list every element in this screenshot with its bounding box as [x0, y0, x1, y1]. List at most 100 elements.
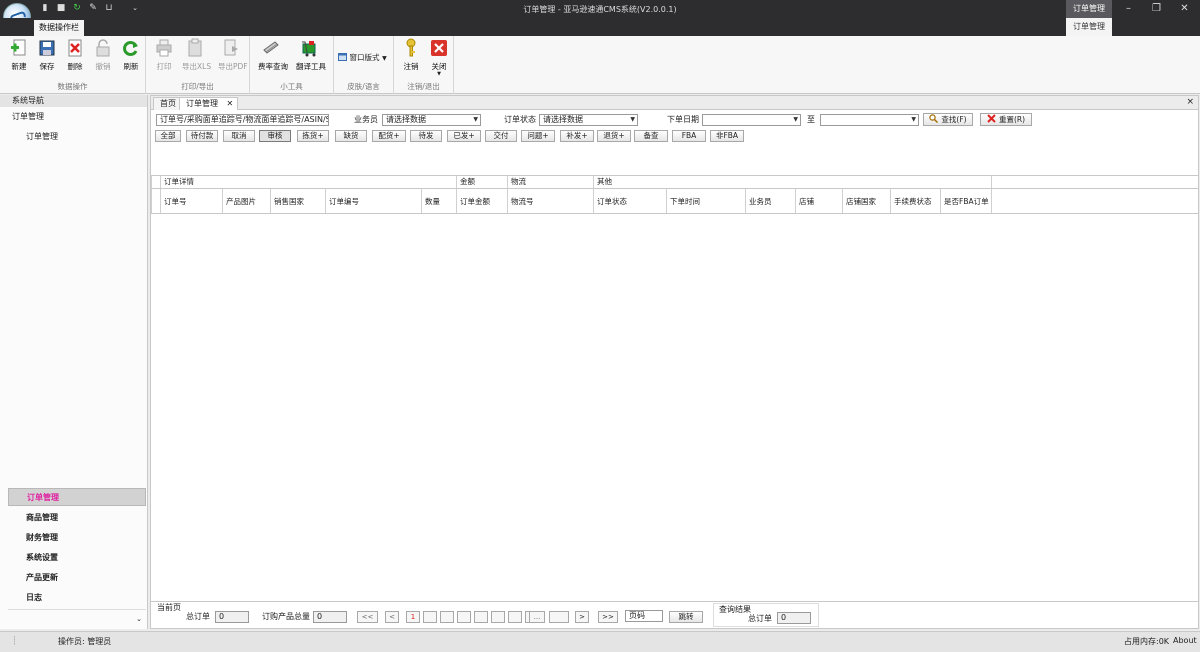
product-total-label: 订购产品总量	[262, 612, 310, 621]
export-pdf-icon	[224, 39, 238, 56]
keyword-input[interactable]: 订单号/采购面单追踪号/物流面单追踪号/ASIN/SKU	[156, 114, 329, 126]
delete-button[interactable]: 删除	[62, 36, 88, 76]
nav-sub-order-management[interactable]: 订单管理	[0, 131, 147, 143]
refresh-button[interactable]: 刷新	[118, 36, 144, 76]
page-button[interactable]	[440, 611, 454, 623]
filter-shipped-button[interactable]: 已发+	[447, 130, 481, 142]
date-to-input[interactable]: ▼	[820, 114, 919, 126]
nav-expand-icon[interactable]: ⌄	[8, 609, 146, 627]
search-button-label: 查找(F)	[941, 115, 967, 124]
close-app-button[interactable]: 关闭 ▼	[426, 36, 452, 77]
export-pdf-button[interactable]: 导出PDF	[218, 36, 248, 76]
column-store-country[interactable]: 店铺国家	[842, 189, 890, 213]
page-button[interactable]	[474, 611, 488, 623]
column-order-code[interactable]: 订单编号	[325, 189, 421, 213]
nav-section-orders[interactable]: 订单管理	[0, 111, 147, 123]
column-is-fba[interactable]: 是否FBA订单	[940, 189, 991, 213]
nav-item-settings[interactable]: 系统设置	[8, 549, 146, 567]
nav-item-product-update[interactable]: 产品更新	[8, 569, 146, 587]
group-header-other: 其他	[593, 176, 991, 188]
tab-order-management-label: 订单管理	[186, 99, 218, 108]
filter-allocate-button[interactable]: 配货+	[372, 130, 406, 142]
filter-picking-button[interactable]: 拣货+	[297, 130, 329, 142]
filter-pending-payment-button[interactable]: 待付款	[186, 130, 218, 142]
page-button[interactable]	[508, 611, 522, 623]
close-window-icon[interactable]: ✕	[1170, 0, 1199, 18]
filter-problem-button[interactable]: 问题+	[521, 130, 555, 142]
about-link[interactable]: About	[1173, 636, 1197, 645]
ribbon-group-logout: 注销 关闭 ▼ 注销/退出	[394, 36, 454, 94]
filter-archive-button[interactable]: 备查	[634, 130, 668, 142]
close-panel-icon[interactable]: ×	[1186, 97, 1194, 107]
filter-review-button[interactable]: 审核	[259, 130, 291, 142]
page-button[interactable]	[457, 611, 471, 623]
last-page-button[interactable]: >>	[598, 611, 618, 623]
reset-button[interactable]: 重置(R)	[980, 113, 1032, 126]
export-xls-button[interactable]: 导出XLS	[182, 36, 211, 76]
reset-icon	[987, 114, 996, 123]
tab-order-management[interactable]: 订单管理 ✕	[179, 97, 239, 110]
group-label-tools: 小工具	[280, 82, 303, 91]
window-layout-icon	[338, 53, 347, 61]
current-page-label: 当前页	[157, 603, 181, 612]
dropdown-arrow-icon: ▼	[382, 55, 387, 62]
column-order-status[interactable]: 订单状态	[593, 189, 666, 213]
rate-query-button[interactable]: 费率查询	[258, 36, 288, 76]
page-1-button[interactable]: 1	[406, 611, 420, 623]
product-total-value: 0	[313, 611, 347, 623]
context-tab-sub[interactable]: 订单管理	[1066, 18, 1112, 36]
column-fee-status[interactable]: 手续费状态	[890, 189, 940, 213]
operator-status: 操作员: 管理员	[58, 637, 112, 646]
first-page-button[interactable]: <<	[357, 611, 378, 623]
jump-button[interactable]: 跳转	[669, 611, 703, 623]
search-button[interactable]: 查找(F)	[923, 113, 973, 126]
ribbon-tab-data-ops[interactable]: 数据操作栏	[34, 20, 84, 36]
save-button[interactable]: 保存	[34, 36, 60, 76]
translate-label: 翻译工具	[296, 62, 326, 71]
page-number-input[interactable]: 页码	[625, 610, 663, 622]
filter-return-button[interactable]: 退货+	[597, 130, 631, 142]
filter-out-of-stock-button[interactable]: 缺货	[335, 130, 367, 142]
refresh-icon	[123, 41, 138, 56]
grid-column-header-row: 订单号 产品图片 销售国家 订单编号 数量 订单金额 物流号 订单状态 下单时间…	[151, 189, 1198, 214]
page-button[interactable]	[549, 611, 569, 623]
column-tracking-no[interactable]: 物流号	[507, 189, 593, 213]
restore-icon[interactable]: ❐	[1142, 0, 1171, 18]
print-button[interactable]: 打印	[151, 36, 177, 76]
window-layout-button[interactable]: 窗口版式 ▼	[338, 52, 387, 64]
column-order-time[interactable]: 下单时间	[666, 189, 745, 213]
column-store[interactable]: 店铺	[795, 189, 842, 213]
column-order-no[interactable]: 订单号	[160, 189, 222, 213]
logout-button[interactable]: 注销	[398, 36, 424, 76]
prev-page-button[interactable]: <	[385, 611, 399, 623]
filter-cancel-button[interactable]: 取消	[223, 130, 255, 142]
page-button[interactable]	[491, 611, 505, 623]
column-sales-country[interactable]: 销售国家	[270, 189, 325, 213]
filter-delivered-button[interactable]: 交付	[485, 130, 517, 142]
ellipsis-button[interactable]: ...	[529, 611, 545, 623]
filter-non-fba-button[interactable]: 非FBA	[710, 130, 744, 142]
undo-button[interactable]: 撤销	[90, 36, 116, 76]
column-salesman[interactable]: 业务员	[745, 189, 795, 213]
main-panel: 首页 订单管理 ✕ × 订单号/采购面单追踪号/物流面单追踪号/ASIN/SKU…	[150, 95, 1199, 629]
nav-item-finance[interactable]: 财务管理	[8, 529, 146, 547]
salesman-select[interactable]: 请选择数据 ▼	[382, 114, 481, 126]
filter-to-ship-button[interactable]: 待发	[410, 130, 442, 142]
nav-item-products[interactable]: 商品管理	[8, 509, 146, 527]
next-page-button[interactable]: >	[575, 611, 589, 623]
page-button[interactable]	[423, 611, 437, 623]
order-status-select[interactable]: 请选择数据 ▼	[539, 114, 638, 126]
column-product-image[interactable]: 产品图片	[222, 189, 270, 213]
filter-fba-button[interactable]: FBA	[672, 130, 706, 142]
column-quantity[interactable]: 数量	[421, 189, 456, 213]
filter-all-button[interactable]: 全部	[155, 130, 181, 142]
minimize-icon[interactable]: –	[1114, 0, 1143, 18]
nav-item-orders[interactable]: 订单管理	[8, 488, 146, 506]
date-from-input[interactable]: ▼	[702, 114, 801, 126]
nav-item-log[interactable]: 日志	[8, 589, 146, 607]
filter-reship-button[interactable]: 补发+	[560, 130, 594, 142]
translate-button[interactable]: 翻译工具	[296, 36, 326, 76]
new-button[interactable]: 新建	[6, 36, 32, 76]
tab-close-icon[interactable]: ✕	[227, 99, 234, 108]
column-order-amount[interactable]: 订单金额	[456, 189, 507, 213]
